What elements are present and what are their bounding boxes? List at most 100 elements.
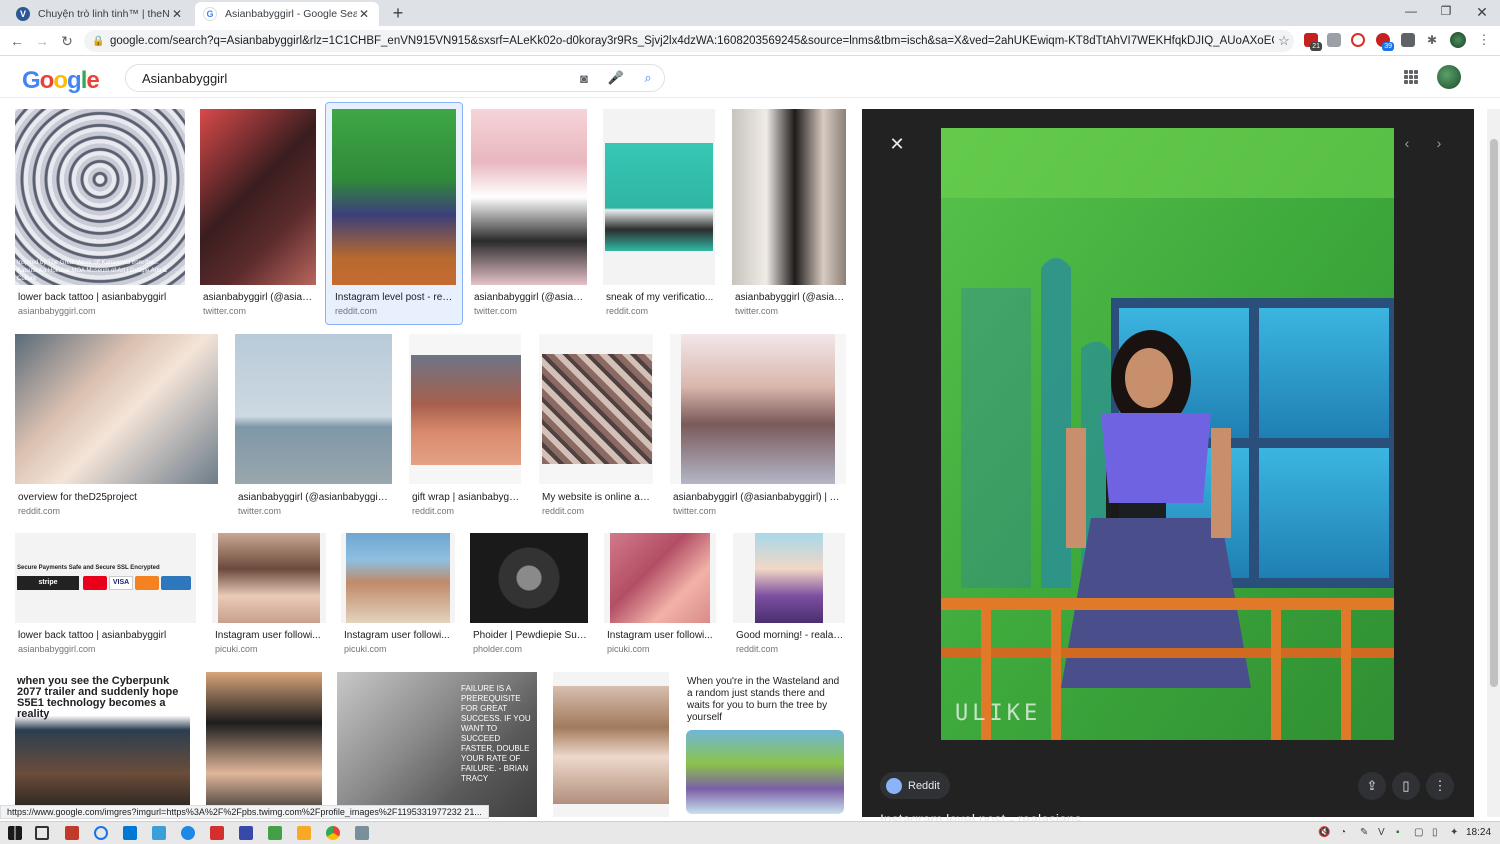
- result-tile[interactable]: asianbabyggirl (@asian... twitter.com: [471, 109, 589, 321]
- result-caption[interactable]: Instagram user followi...: [215, 630, 323, 641]
- url-text[interactable]: google.com/search?q=Asianbabyggirl&rlz=1…: [110, 35, 1274, 47]
- result-image[interactable]: [341, 533, 455, 623]
- result-caption[interactable]: asianbabyggirl (@asianbabyggirl) | Tw...: [673, 492, 845, 503]
- result-caption[interactable]: My website is online an...: [542, 492, 652, 503]
- result-tile[interactable]: When you're in the Wasteland and a rando…: [685, 672, 846, 817]
- microphone-icon[interactable]: 🎤: [600, 70, 632, 86]
- result-image[interactable]: [553, 672, 669, 817]
- chevron-left-icon[interactable]: ‹: [1399, 135, 1415, 151]
- share-icon[interactable]: ⇪: [1358, 772, 1386, 800]
- result-tile[interactable]: asianbabyggirl (@asianbabyggirl)... twit…: [235, 334, 394, 520]
- result-caption[interactable]: Phoider | Pewdiepie Sub...: [473, 630, 587, 641]
- result-tile[interactable]: when you see the Cyberpunk 2077 trailer …: [15, 672, 192, 817]
- result-caption[interactable]: Instagram user followi...: [344, 630, 452, 641]
- result-image[interactable]: [332, 109, 456, 285]
- chevron-right-icon[interactable]: ›: [1431, 135, 1447, 151]
- result-caption[interactable]: overview for theD25project: [18, 492, 216, 503]
- file-explorer-icon[interactable]: [297, 826, 311, 840]
- result-tile[interactable]: gift wrap | asianbabygg... reddit.com: [409, 334, 523, 520]
- result-tile[interactable]: Secure Payments Safe and Secure SSL Encr…: [15, 533, 198, 659]
- result-tile[interactable]: Inspired by The Great Wave off Kanagawa …: [15, 109, 187, 321]
- result-image[interactable]: [470, 533, 588, 623]
- result-tile[interactable]: Good morning! - realasi... reddit.com: [733, 533, 847, 659]
- task-view-icon[interactable]: [35, 826, 49, 840]
- tray-app-icon[interactable]: ▪: [1396, 827, 1400, 838]
- address-bar[interactable]: 🔒 google.com/search?q=Asianbabyggirl&rlz…: [84, 30, 1294, 52]
- chrome-icon[interactable]: [326, 826, 340, 840]
- tray-app-icon[interactable]: ▢: [1414, 827, 1423, 838]
- google-apps-icon[interactable]: [1404, 70, 1418, 84]
- extensions-puzzle-icon[interactable]: ✱: [1425, 33, 1439, 47]
- result-image[interactable]: [212, 533, 326, 623]
- menu-kebab-icon[interactable]: ⋮: [1477, 33, 1491, 47]
- tab-google-search[interactable]: G Asianbabyggirl - Google Search ✕: [195, 2, 379, 26]
- result-image[interactable]: [471, 109, 587, 285]
- tab-thenextvoz[interactable]: V Chuyện trò linh tinh™ | theNEXTv ✕: [8, 2, 192, 26]
- result-tile[interactable]: My website is online an... reddit.com: [539, 334, 655, 520]
- search-icon[interactable]: ⌕: [632, 70, 664, 86]
- close-icon[interactable]: ✕: [888, 135, 906, 153]
- result-caption[interactable]: Instagram user followi...: [607, 630, 715, 641]
- save-bookmark-icon[interactable]: ▯: [1392, 772, 1420, 800]
- search-query[interactable]: Asianbabyggirl: [142, 71, 568, 86]
- result-image[interactable]: [206, 672, 322, 817]
- taskbar-clock[interactable]: 18:24: [1466, 827, 1491, 838]
- result-caption[interactable]: Instagram level post - rea...: [335, 292, 455, 303]
- result-image[interactable]: [409, 334, 521, 484]
- result-caption[interactable]: asianbabyggirl (@asian...: [735, 292, 845, 303]
- app-icon[interactable]: [355, 826, 369, 840]
- close-tab-icon[interactable]: ✕: [357, 7, 371, 21]
- result-image[interactable]: When you're in the Wasteland and a rando…: [685, 672, 844, 817]
- result-image[interactable]: Secure Payments Safe and Secure SSL Encr…: [15, 533, 196, 623]
- vscode-icon[interactable]: [123, 826, 137, 840]
- result-tile[interactable]: asianbabyggirl (@asian... twitter.com: [200, 109, 318, 321]
- restore-icon[interactable]: ❐: [1436, 4, 1456, 18]
- result-tile[interactable]: [553, 672, 671, 817]
- back-icon[interactable]: ←: [8, 32, 26, 50]
- result-caption[interactable]: asianbabyggirl (@asian...: [474, 292, 586, 303]
- preview-source-chip[interactable]: Reddit: [880, 772, 950, 799]
- result-tile[interactable]: sneak of my verificatio... reddit.com: [603, 109, 717, 321]
- app-icon[interactable]: [268, 826, 282, 840]
- app-icon[interactable]: [94, 826, 108, 840]
- battery-icon[interactable]: ▯: [1432, 827, 1438, 838]
- result-caption[interactable]: sneak of my verificatio...: [606, 292, 714, 303]
- result-image[interactable]: [604, 533, 716, 623]
- forward-icon[interactable]: →: [33, 32, 51, 50]
- search-input[interactable]: Asianbabyggirl ◙ 🎤 ⌕: [125, 64, 665, 92]
- extension-icon[interactable]: 21: [1304, 33, 1322, 51]
- preview-image[interactable]: ULIKE: [941, 128, 1394, 740]
- app-icon[interactable]: [210, 826, 224, 840]
- camera-icon[interactable]: ◙: [568, 71, 600, 86]
- volume-muted-icon[interactable]: 🔇: [1318, 827, 1330, 838]
- more-options-icon[interactable]: ⋮: [1426, 772, 1454, 800]
- app-icon[interactable]: [152, 826, 166, 840]
- tray-app-icon[interactable]: V: [1378, 827, 1385, 838]
- app-icon[interactable]: [239, 826, 253, 840]
- result-caption[interactable]: asianbabyggirl (@asian...: [203, 292, 315, 303]
- close-tab-icon[interactable]: ✕: [170, 7, 184, 21]
- result-image[interactable]: when you see the Cyberpunk 2077 trailer …: [15, 672, 190, 817]
- reload-icon[interactable]: ↻: [58, 32, 76, 50]
- app-icon[interactable]: [65, 826, 79, 840]
- result-image[interactable]: [670, 334, 846, 484]
- result-tile[interactable]: [206, 672, 324, 817]
- result-image[interactable]: [733, 533, 845, 623]
- profile-avatar[interactable]: [1450, 32, 1466, 48]
- bookmark-star-icon[interactable]: ☆: [1274, 33, 1294, 49]
- result-tile[interactable]: overview for theD25project reddit.com: [15, 334, 220, 520]
- windows-start-icon[interactable]: [8, 826, 22, 840]
- page-scrollbar[interactable]: [1487, 109, 1500, 817]
- wifi-icon[interactable]: ◔: [1340, 827, 1346, 838]
- result-image[interactable]: [603, 109, 715, 285]
- result-caption[interactable]: asianbabyggirl (@asianbabyggirl)...: [238, 492, 390, 503]
- app-icon[interactable]: [181, 826, 195, 840]
- result-caption[interactable]: lower back tattoo | asianbabyggirl: [18, 630, 195, 641]
- scrollbar-thumb[interactable]: [1490, 139, 1498, 687]
- result-image[interactable]: FAILURE IS A PREREQUISITE FOR GREAT SUCC…: [337, 672, 537, 817]
- result-tile[interactable]: Instagram user followi... picuki.com: [604, 533, 718, 659]
- result-tile[interactable]: Instagram user followi... picuki.com: [212, 533, 328, 659]
- result-image[interactable]: [732, 109, 846, 285]
- result-tile[interactable]: FAILURE IS A PREREQUISITE FOR GREAT SUCC…: [337, 672, 539, 817]
- extension-icon[interactable]: [1327, 33, 1341, 47]
